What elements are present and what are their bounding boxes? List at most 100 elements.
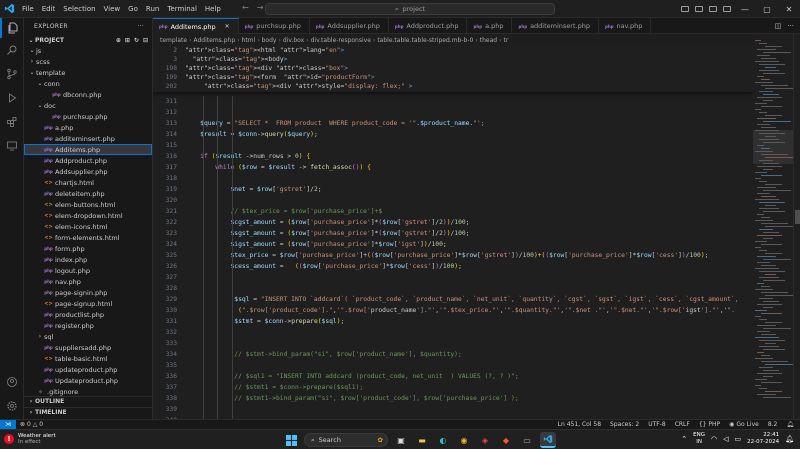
code-line[interactable]: 327 <box>153 272 753 283</box>
code-line[interactable]: 332 <box>153 327 753 338</box>
code-line[interactable]: 339 <box>153 404 753 415</box>
tree-item[interactable]: php dbconn.php <box>24 89 152 100</box>
code-line[interactable]: 320 <box>153 195 753 206</box>
breadcrumb-item[interactable]: tr <box>503 37 508 44</box>
code-line[interactable]: 317 while ($row = $result -> fetch_assoc… <box>153 162 753 173</box>
tree-item[interactable]: <> elem-buttons.html <box>24 199 152 210</box>
sticky-line[interactable]: 198 "attr">class="tag"><div "attr">class=… <box>153 64 753 73</box>
sticky-line[interactable]: 202 "attr">class="tag"><div "attr">style… <box>153 82 753 91</box>
code-line[interactable]: 324 $igst_amount = ($row['purchase_price… <box>153 239 753 250</box>
extensions-icon[interactable] <box>0 112 24 132</box>
battery-icon[interactable]: ▭ <box>735 435 742 443</box>
source-control-icon[interactable] <box>0 64 24 84</box>
layout-secondary-icon[interactable] <box>706 0 720 18</box>
run-debug-icon[interactable] <box>0 88 24 108</box>
php-version[interactable]: 8.2 <box>768 421 778 428</box>
more-actions-icon[interactable]: ··· <box>137 23 144 30</box>
tree-item[interactable]: ⌄ doc <box>24 100 152 111</box>
breadcrumb-item[interactable]: div.box <box>283 37 304 44</box>
minimap[interactable] <box>753 34 793 419</box>
project-folder-header[interactable]: ⌄ PROJECT ⊕ ⊞ ↻ ⊟ <box>24 35 152 45</box>
tree-item[interactable]: php Updateproduct.php <box>24 375 152 386</box>
menu-item-run[interactable]: Run <box>142 0 163 18</box>
outline-section[interactable]: › OUTLINE <box>24 396 152 406</box>
tree-item[interactable]: php Addsupplier.php <box>24 166 152 177</box>
code-line[interactable]: 335 <box>153 360 753 371</box>
menu-item-selection[interactable]: Selection <box>59 0 99 18</box>
menu-item-terminal[interactable]: Terminal <box>163 0 201 18</box>
mail-icon[interactable]: ◈ <box>477 432 493 448</box>
tree-item[interactable]: ⌄ conn <box>24 78 152 89</box>
scrollbar-thumb[interactable] <box>795 210 800 224</box>
tree-item[interactable]: <> elem-dropdown.html <box>24 210 152 221</box>
menu-item-go[interactable]: Go <box>124 0 142 18</box>
file-explorer-icon[interactable]: ▬ <box>414 432 430 448</box>
code-line[interactable]: 321 // $tex_price = $row['purchase_price… <box>153 206 753 217</box>
editor-tab[interactable]: php nav.php <box>599 18 652 34</box>
tree-item[interactable]: php purchsup.php <box>24 111 152 122</box>
cursor-position[interactable]: Ln 451, Col 58 <box>558 421 601 428</box>
code-line[interactable]: 334 // $stmt->bind_param("si", $row['pro… <box>153 349 753 360</box>
close-tab-icon[interactable]: ✕ <box>225 23 230 30</box>
tree-item[interactable]: php form.php <box>24 243 152 254</box>
explorer-icon[interactable] <box>0 18 24 38</box>
code-line[interactable]: 325 $tex_price = $row['purchase_price']+… <box>153 250 753 261</box>
tree-item[interactable]: <> elem-icons.html <box>24 221 152 232</box>
tree-item[interactable]: ⌄ js <box>24 45 152 56</box>
code-line[interactable]: 318 <box>153 173 753 184</box>
tree-item[interactable]: › scss <box>24 56 152 67</box>
code-editor[interactable]: 2 "attr">class="tag"><html "attr">lang="e… <box>153 46 753 419</box>
errors-status[interactable]: ⊗ 0 △ 0 <box>20 421 43 428</box>
weather-widget[interactable]: ! Weather alert In effect <box>4 433 56 445</box>
more-actions-icon[interactable]: ··· <box>787 22 794 30</box>
tree-item[interactable]: php updateproduct.php <box>24 364 152 375</box>
editor-scrollbar[interactable] <box>793 34 800 419</box>
layout-panel-icon[interactable] <box>692 0 706 18</box>
vscode-taskbar-icon[interactable] <box>540 432 556 448</box>
tree-item[interactable]: <> chartjs.html <box>24 177 152 188</box>
code-line[interactable]: 323 $sgst_amount = ($row['purchase_price… <box>153 228 753 239</box>
code-line[interactable]: 315 <box>153 140 753 151</box>
refresh-icon[interactable]: ↻ <box>134 37 139 44</box>
new-folder-icon[interactable]: ⊞ <box>125 37 130 44</box>
tree-item[interactable]: php Additems.php <box>24 144 152 155</box>
tree-item[interactable]: php additeminsert.php <box>24 133 152 144</box>
code-line[interactable]: 326 $cess_amount = (($row['purchase_pric… <box>153 261 753 272</box>
forward-arrow-icon[interactable]: → <box>257 3 264 12</box>
language-indicator[interactable]: ENG IN <box>693 432 705 446</box>
tree-item[interactable]: php a.php <box>24 122 152 133</box>
notification-bell-icon[interactable]: 🔔︎ <box>785 435 794 443</box>
encoding[interactable]: UTF-8 <box>648 421 666 428</box>
windows-start-icon[interactable] <box>283 432 299 448</box>
code-line[interactable]: 333 <box>153 338 753 349</box>
timeline-section[interactable]: › TIMELINE <box>24 407 152 417</box>
sticky-line[interactable]: 199 "attr">class="tag"><form "attr">id="p… <box>153 73 753 82</box>
layout-customize-icon[interactable] <box>720 0 734 18</box>
breadcrumb-item[interactable]: thead <box>480 37 497 44</box>
remote-indicator-icon[interactable]: ⋊ <box>0 419 16 430</box>
remote-explorer-icon[interactable] <box>0 136 24 156</box>
manage-gear-icon[interactable] <box>0 396 24 416</box>
menu-item-file[interactable]: File <box>18 0 38 18</box>
tree-item[interactable]: php deleteitem.php <box>24 188 152 199</box>
split-editor-icon[interactable]: ◫ <box>775 22 782 30</box>
sticky-line[interactable]: 3 "attr">class="tag"><body> <box>153 55 753 64</box>
tree-item[interactable]: › sql <box>24 331 152 342</box>
code-line[interactable]: 329 $sql = "INSERT INTO `addcard`( `prod… <box>153 294 753 305</box>
tree-item[interactable]: php Addproduct.php <box>24 155 152 166</box>
breadcrumb-item[interactable]: table.table.table-striped.mb-b-0 <box>377 37 473 44</box>
go-live-button[interactable]: ◉ Go Live <box>729 421 759 428</box>
search-view-icon[interactable] <box>0 40 24 60</box>
terminal-icon[interactable]: ▭ <box>519 432 535 448</box>
language-mode[interactable]: {} PHP <box>699 421 720 428</box>
minimize-button[interactable]: — <box>734 0 756 18</box>
breadcrumb-item[interactable]: html <box>242 37 256 44</box>
tree-item[interactable]: php index.php <box>24 254 152 265</box>
back-arrow-icon[interactable]: ← <box>242 3 249 12</box>
speaker-icon[interactable]: ◁ <box>723 435 728 443</box>
collapse-all-icon[interactable]: ⊟ <box>143 37 148 44</box>
bell-icon[interactable]: 🔔︎ <box>786 421 794 428</box>
code-line[interactable]: 338 // $stmt1->bind_param("si", $row['pr… <box>153 393 753 404</box>
breadcrumb-item[interactable]: body <box>262 37 277 44</box>
code-line[interactable]: 322 $cgst_amount = ($row['purchase_price… <box>153 217 753 228</box>
